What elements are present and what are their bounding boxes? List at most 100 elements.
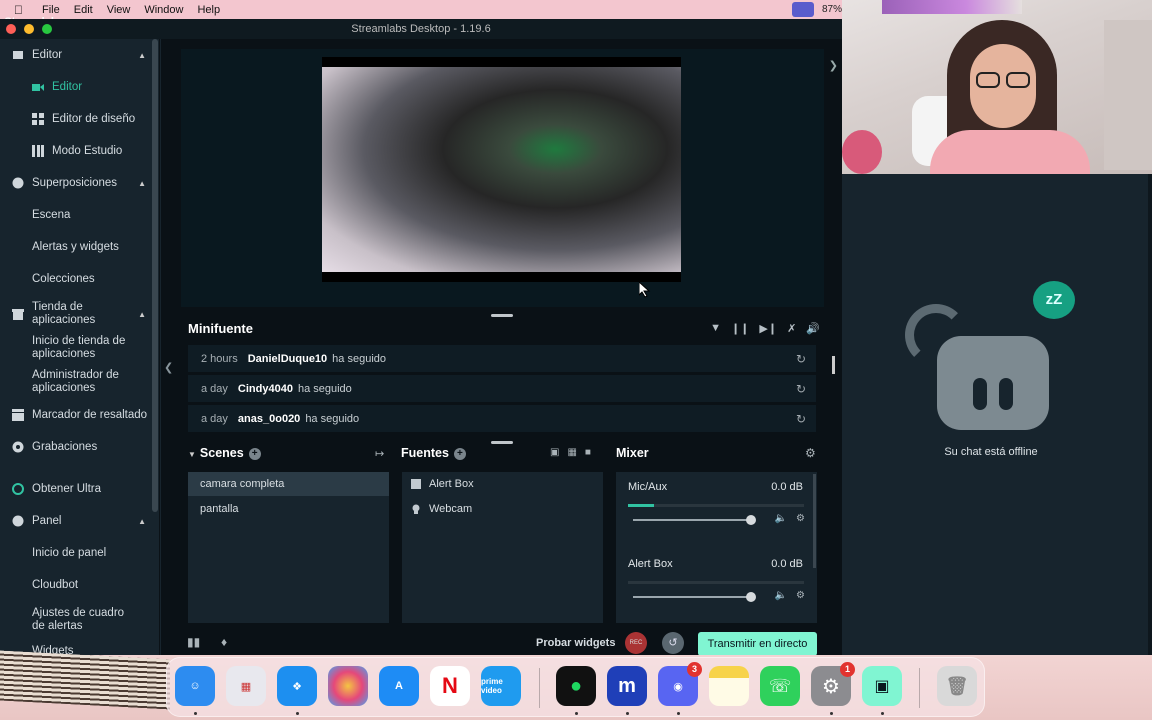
test-widgets-button[interactable]: Probar widgets [536,637,615,649]
source-item-alert-box[interactable]: Alert Box [402,472,603,496]
add-source-button[interactable]: + [453,448,466,460]
trash-icon[interactable]: 🗑 [937,666,977,706]
gear-icon[interactable]: ⚙ [805,446,816,460]
led-strip [882,0,1022,14]
source-group-icon[interactable]: ▦ [567,447,576,458]
folder-icon[interactable]: ■ [585,447,591,458]
minifuente-title: Minifuente [188,321,253,336]
screen-share-icon[interactable] [791,2,814,17]
scene-item-camara-completa[interactable]: camara completa [188,472,389,496]
sidebar-item-label: Alertas y widgets [32,241,119,253]
replay-icon[interactable]: ↻ [796,412,806,426]
notification-badge: 1 [840,662,855,677]
replay-icon[interactable]: ↻ [796,352,806,366]
menu-edit[interactable]: Edit [74,4,93,16]
sidebar-item-layout-editor[interactable]: Editor de diseño [0,113,150,125]
speaker-icon[interactable]: 🔈 [775,590,787,601]
menu-view[interactable]: View [107,4,131,16]
prime-video-icon[interactable]: prime video [481,666,521,706]
menu-help[interactable]: Help [197,4,220,16]
sidebar-item-dashboard[interactable]: Panel ▲ [0,515,150,527]
sidebar-item-alerts-widgets[interactable]: Alertas y widgets [0,241,150,253]
whatsapp-icon[interactable]: ☏ [760,666,800,706]
filter-icon[interactable]: ▼ [710,322,721,335]
scene-transition-icon[interactable]: ↦ [375,447,384,460]
menu-window[interactable]: Window [144,4,183,16]
slider-knob[interactable] [746,592,756,602]
scene-item-pantalla[interactable]: pantalla [188,497,389,521]
mute-alerts-icon[interactable]: ✗ [787,322,796,335]
chevron-down-icon[interactable]: ▼ [188,450,196,459]
launchpad-icon[interactable]: ▦ [226,666,266,706]
add-scene-button[interactable]: + [248,448,261,460]
safari-icon[interactable]: ❖ [277,666,317,706]
chevron-right-icon[interactable]: ❯ [829,59,838,72]
record-button[interactable]: REC [625,632,647,654]
system-settings-icon[interactable]: ⚙ 1 [811,662,855,706]
sidebar-item-alertbox-settings[interactable]: Ajustes de cuadro de alertas [0,607,140,633]
dock-separator [539,668,540,708]
streamlabs-app-icon[interactable]: ▣ [862,666,902,706]
spotify-icon[interactable]: ● [556,666,596,706]
sidebar-item-studio-mode[interactable]: Modo Estudio [0,145,150,157]
streamlabs-bot-icon [905,304,1051,434]
gear-icon[interactable]: ⚙ [796,590,805,601]
chevron-up-icon[interactable]: ▲ [138,308,146,321]
sidebar-item-highlighter[interactable]: Marcador de resaltado [0,409,150,421]
volume-icon[interactable]: 🔊 [806,322,820,335]
sidebar-item-get-ultra[interactable]: Obtener Ultra [0,483,150,495]
mixer-scrollbar[interactable] [813,474,816,568]
performance-stats-icon[interactable]: ▮▮ [187,635,200,649]
gear-icon[interactable]: ⚙ [796,513,805,524]
sidebar-item-app-manager[interactable]: Administrador de aplicaciones [0,369,130,395]
sidebar-item-collections[interactable]: Colecciones [0,273,150,285]
webcam-preview-frame[interactable] [322,57,681,282]
sidebar-item-recordings[interactable]: Grabaciones [0,441,150,453]
app-store-icon[interactable]: A [379,666,419,706]
discord-icon[interactable]: ◉ 3 [658,662,702,706]
mixer-channel-name: Mic/Aux [628,481,668,493]
speaker-icon[interactable]: 🔈 [775,513,787,524]
minifuente-panel: Minifuente ▼ ❙❙ ▶❙ ✗ 🔊 2 hours DanielDuq… [181,314,824,434]
sidebar-item-editor[interactable]: Editor [0,81,150,93]
chevron-up-icon[interactable]: ▲ [138,517,146,526]
pause-icon[interactable]: ❙❙ [731,322,749,335]
source-item-webcam[interactable]: Webcam [402,497,603,521]
event-action: ha seguido [332,352,386,365]
chevron-up-icon[interactable]: ▲ [138,179,146,188]
m-app-icon[interactable]: m [607,666,647,706]
sidebar-item-dashboard-home[interactable]: Inicio de panel [0,547,150,559]
minifuente-scrollbar[interactable] [832,356,835,374]
sidebar-item-overlays[interactable]: Superposiciones ▲ [0,177,150,189]
sidebar-item-app-store[interactable]: Tienda de aplicaciones ▲ [0,301,150,327]
mixer-channel-name: Alert Box [628,558,673,570]
sidebar-item-app-store-home[interactable]: Inicio de tienda de aplicaciones [0,335,130,361]
list-item: a day Cindy4040 ha seguido ↻ [188,375,816,402]
scene-label: camara completa [200,478,285,490]
audio-meter-fill [628,504,655,507]
go-live-button[interactable]: Transmitir en directo [698,632,817,655]
sidebar-item-cloudbot[interactable]: Cloudbot [0,579,150,591]
notes-icon[interactable] [709,666,749,706]
notification-bell-icon[interactable]: ♦ [221,635,227,649]
replay-buffer-button[interactable]: ↺ [662,632,684,654]
video-camera-icon [32,81,44,93]
photos-icon[interactable] [328,666,368,706]
chevron-left-icon[interactable]: ❮ [164,361,173,374]
sidebar-item-label: Colecciones [32,273,95,285]
volume-slider[interactable] [633,592,756,602]
finder-icon[interactable]: ☺ [175,666,215,706]
skip-icon[interactable]: ▶❙ [759,322,777,335]
netflix-icon[interactable]: N [430,666,470,706]
chevron-up-icon[interactable]: ▲ [138,51,146,60]
sidebar-scrollbar[interactable] [152,39,158,512]
replay-icon[interactable]: ↻ [796,382,806,396]
background-box [1104,20,1152,170]
slider-knob[interactable] [746,515,756,525]
volume-slider[interactable] [633,515,756,525]
sidebar-item-label: Cloudbot [32,579,79,591]
sidebar-item-scene[interactable]: Escena [0,209,150,221]
stream-preview[interactable] [181,49,824,307]
sidebar-item-editor-group[interactable]: Editor ▲ [0,49,150,61]
source-display-icon[interactable]: ▣ [550,447,559,458]
